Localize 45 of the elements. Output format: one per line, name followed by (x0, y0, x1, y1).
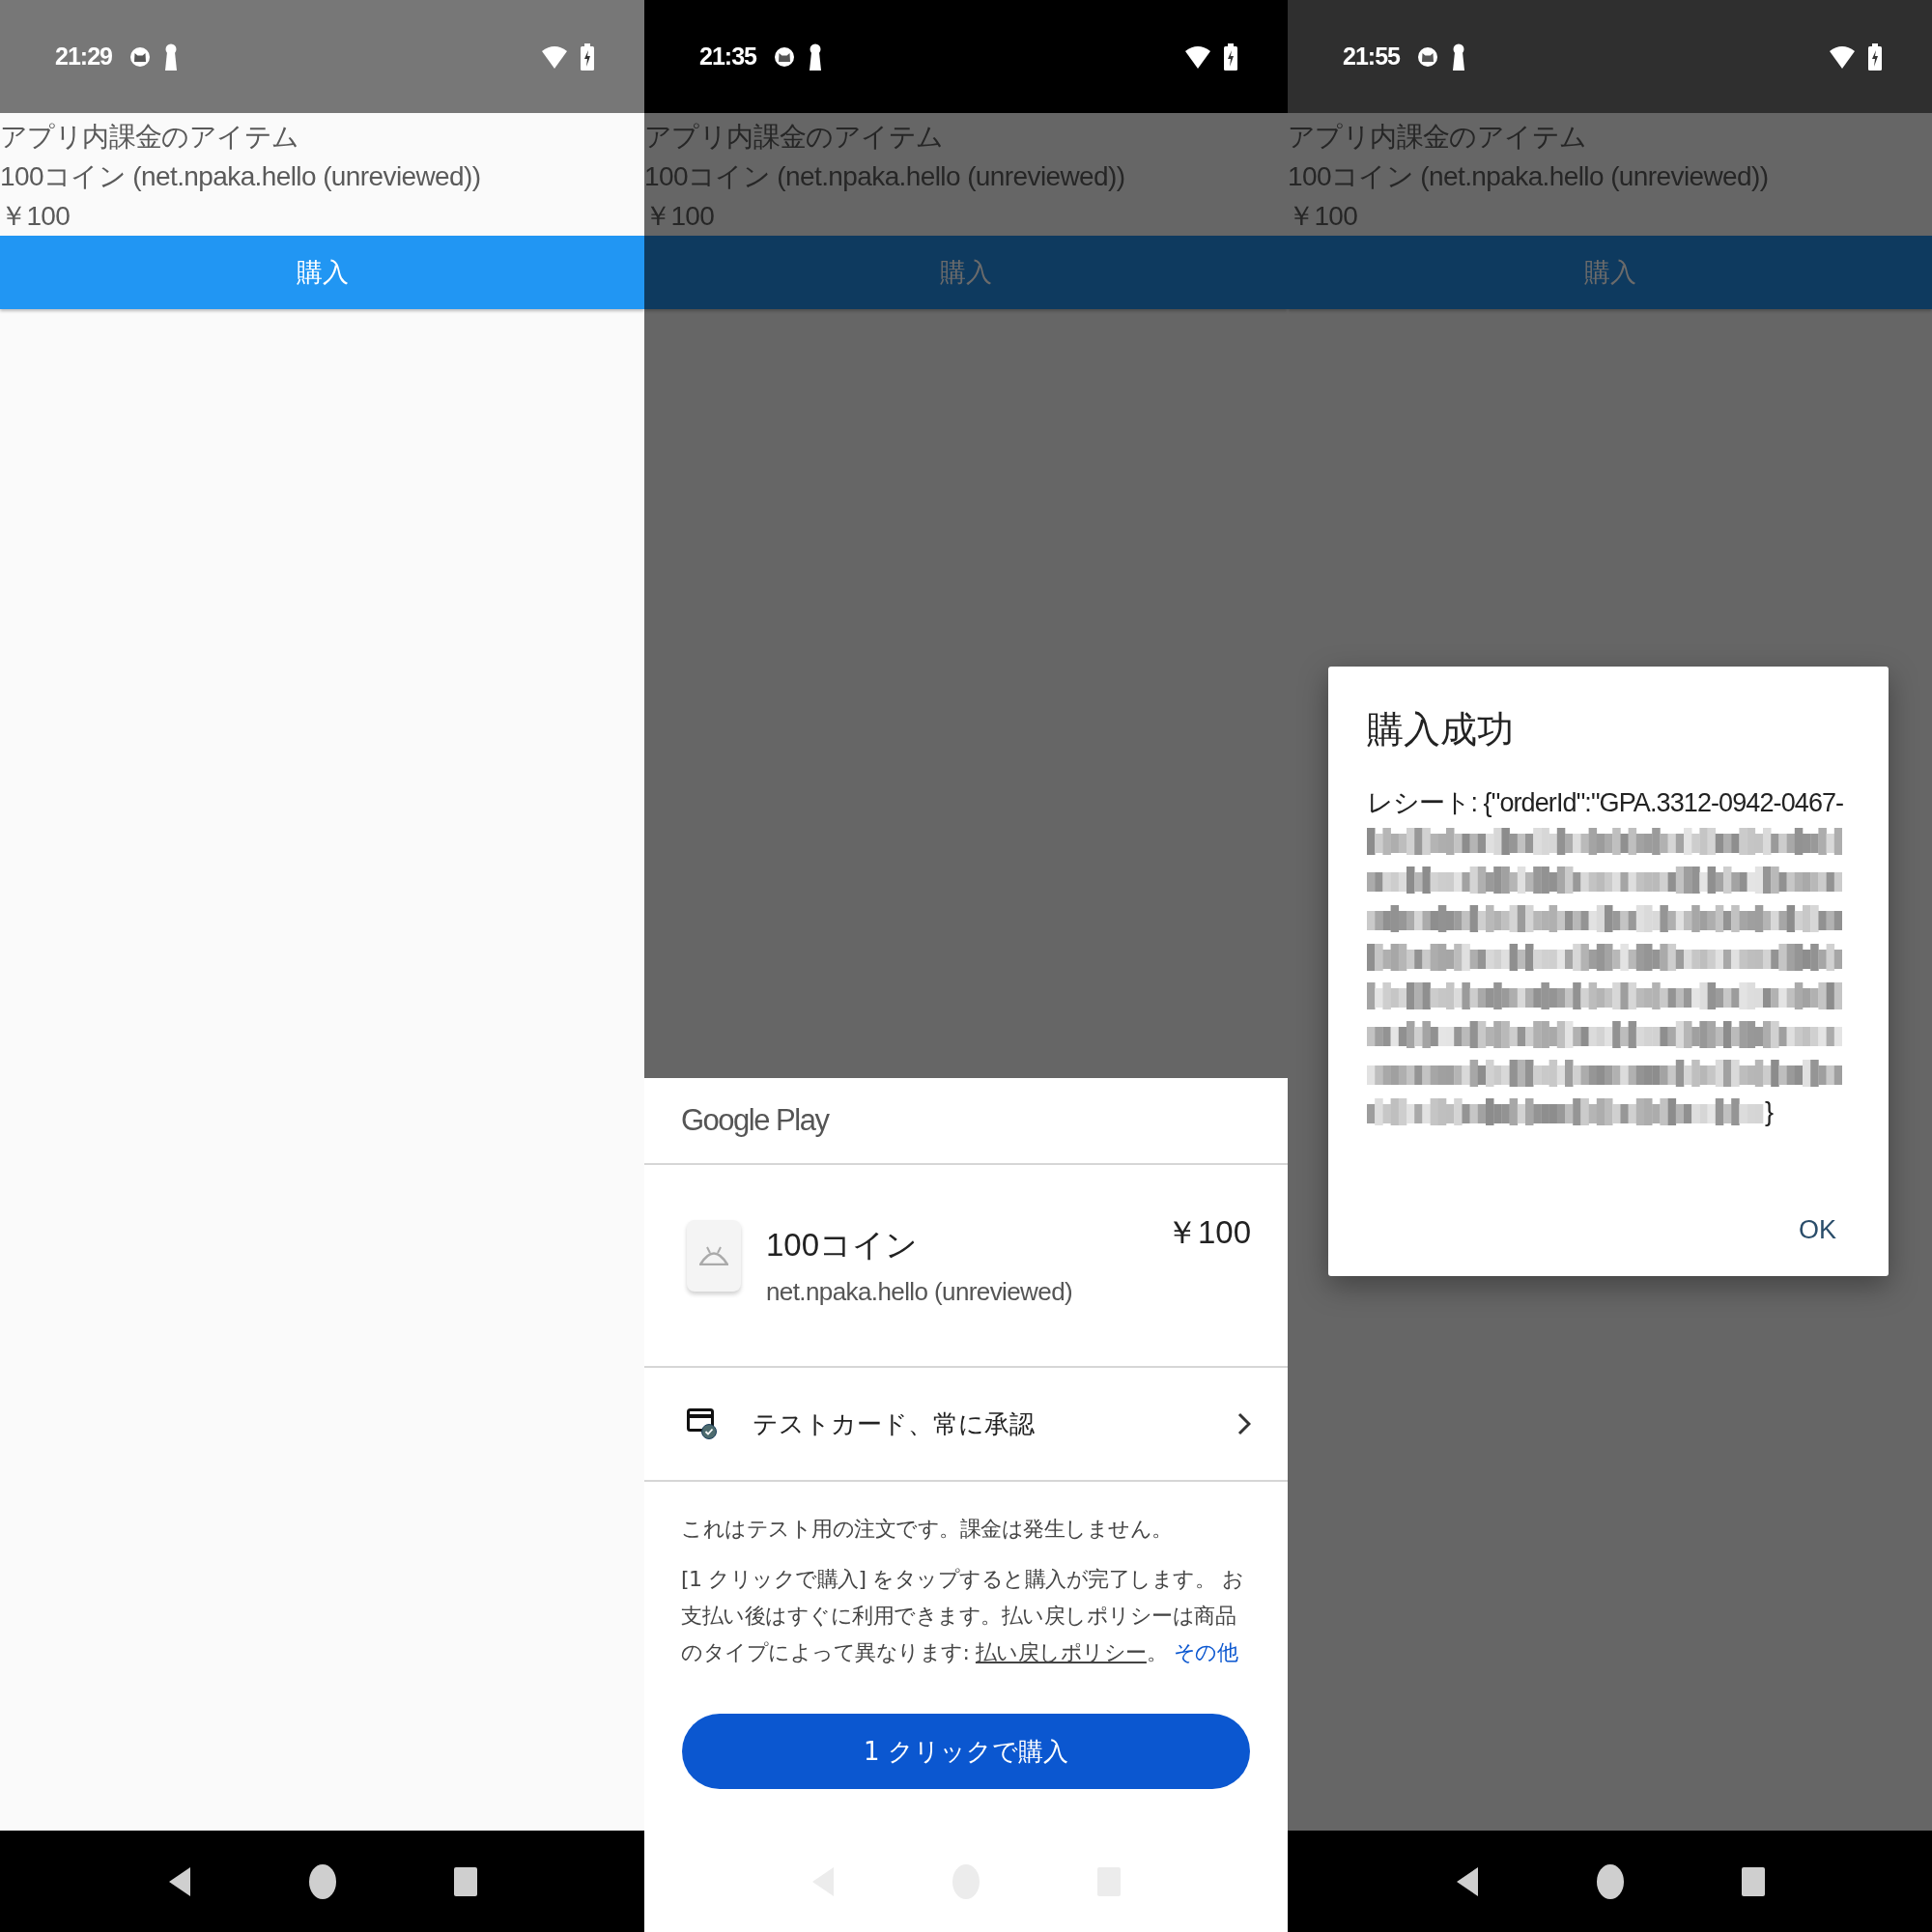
wifi-icon (542, 44, 567, 69)
product-name: 100コイン (net.npaka.hello (unreviewed)) (1288, 160, 1770, 193)
card-check-icon (687, 1407, 718, 1440)
receipt-closing-brace: } (1765, 1096, 1775, 1128)
recents-icon[interactable] (452, 1865, 478, 1897)
product-price: ￥100 (1288, 200, 1359, 233)
item-heading: アプリ内課金のアイテム (644, 121, 945, 154)
refund-policy-link[interactable]: 払い戻しポリシー (975, 1640, 1147, 1664)
battery-icon (581, 43, 594, 71)
payment-method-label: テストカード、常に承認 (753, 1407, 1036, 1440)
product-price: ￥100 (644, 200, 716, 233)
cat-face-icon (1416, 45, 1438, 68)
battery-icon (1868, 43, 1882, 71)
one-click-purchase-button[interactable]: 1 クリックで購入 (682, 1714, 1250, 1789)
wifi-icon (1830, 44, 1855, 69)
status-time: 21:55 (1343, 43, 1400, 71)
product-name: 100コイン (net.npaka.hello (unreviewed)) (0, 160, 482, 193)
android-icon (699, 1246, 728, 1265)
item-heading: アプリ内課金のアイテム (1288, 121, 1588, 154)
item-title: 100コイン (766, 1226, 920, 1264)
item-package: net.npaka.hello (unreviewed) (766, 1277, 1074, 1307)
cat-face-icon (128, 45, 151, 68)
chevron-right-icon (1237, 1412, 1251, 1435)
status-time: 21:35 (699, 43, 756, 71)
status-time: 21:29 (55, 43, 112, 71)
home-icon[interactable] (307, 1862, 337, 1900)
keyhole-icon (1451, 43, 1465, 71)
cat-face-icon (773, 45, 795, 68)
recents-icon[interactable] (1740, 1865, 1766, 1897)
test-order-notice: これはテスト用の注文です。課金は発生しません。 (681, 1516, 1174, 1543)
purchase-terms: [1 クリックで購入] をタップすると購入が完了します。 お支払い後はすぐに利用できます。払い戻しポリシーは商品のタイプによって異なります: 払い戻しポリシー。 その他 (681, 1566, 1245, 1666)
home-icon[interactable] (1595, 1862, 1625, 1900)
item-price: ￥100 (1165, 1213, 1251, 1252)
wifi-icon (1185, 44, 1210, 69)
item-heading: アプリ内課金のアイテム (0, 121, 300, 154)
receipt-text: レシート: {"orderId":"GPA.3312-0942-0467- (1367, 787, 1845, 819)
keyhole-icon (163, 43, 178, 71)
dialog-title: 購入成功 (1367, 707, 1515, 753)
battery-icon (1224, 43, 1237, 71)
store-brand: Google Play (681, 1103, 829, 1138)
product-price: ￥100 (0, 200, 71, 233)
ok-button[interactable]: OK (1785, 1204, 1850, 1257)
more-link[interactable]: その他 (1173, 1640, 1238, 1664)
keyhole-icon (808, 43, 822, 71)
product-name: 100コイン (net.npaka.hello (unreviewed)) (644, 160, 1126, 193)
